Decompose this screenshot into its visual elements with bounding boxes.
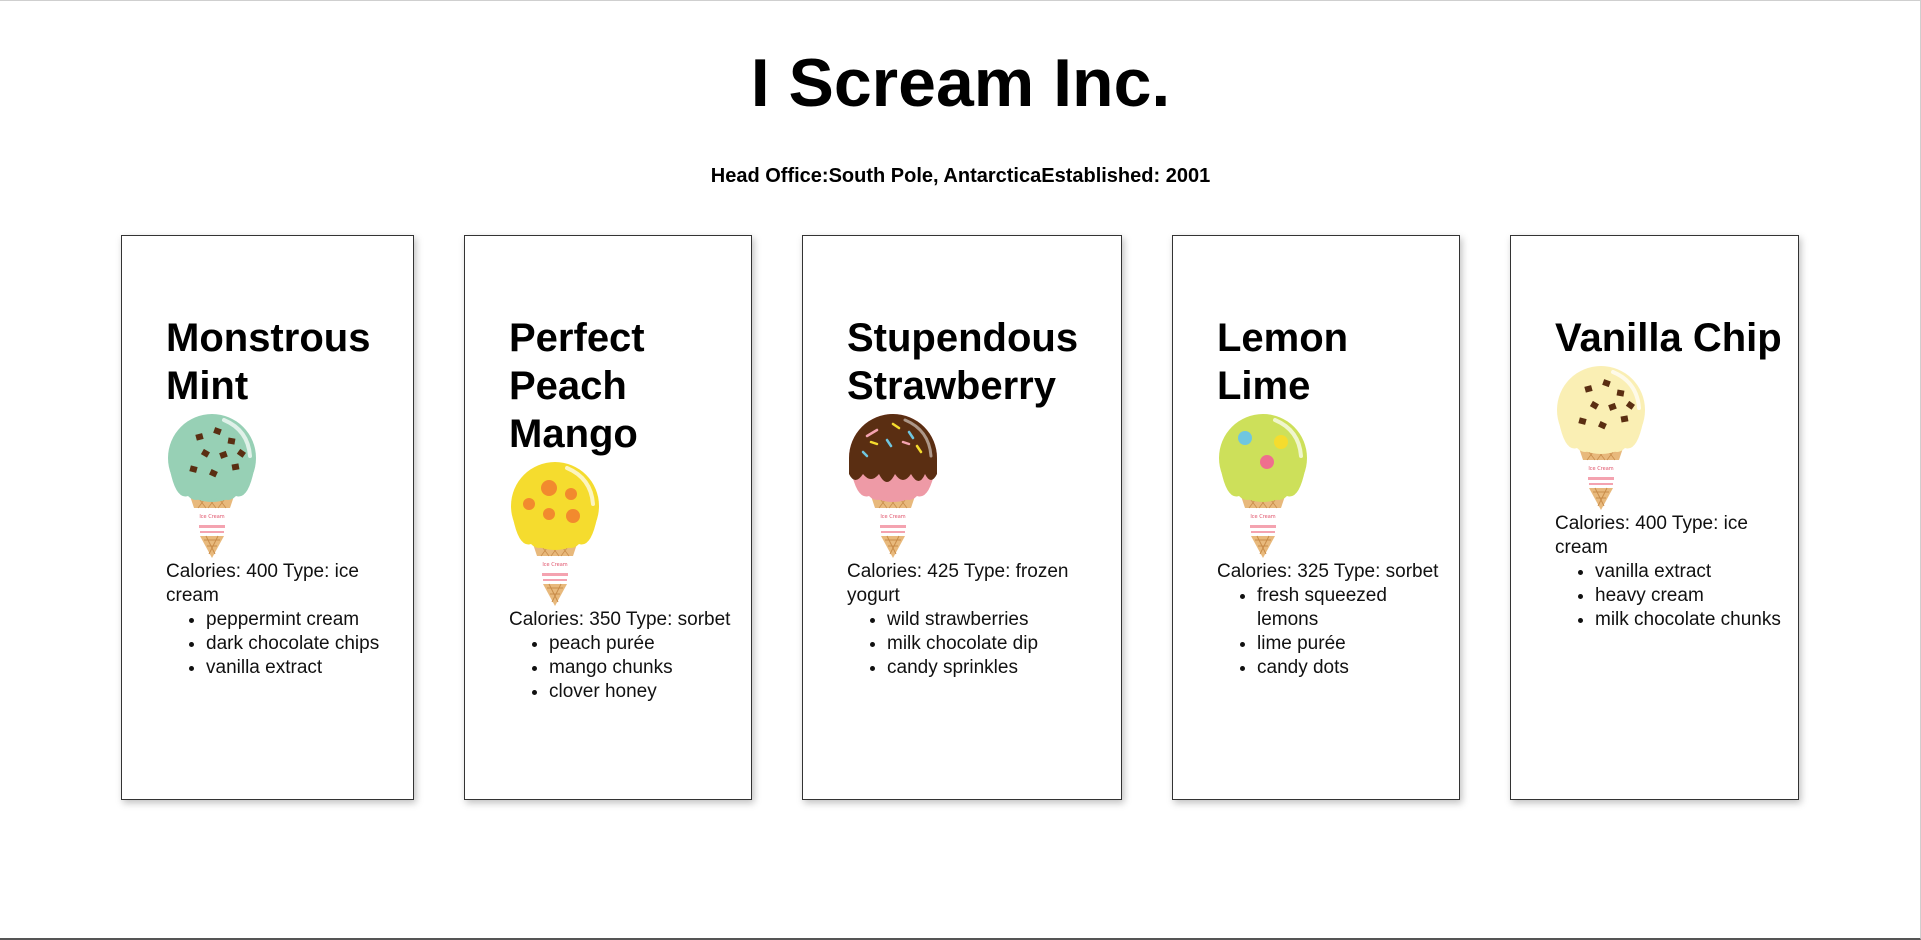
ingredient-item: fresh squeezed lemons	[1257, 584, 1447, 632]
calories-value: 425	[927, 561, 959, 582]
type-value: sorbet	[677, 609, 731, 630]
ingredients-list: peppermint cream dark chocolate chips va…	[166, 608, 401, 680]
ingredient-item: heavy cream	[1595, 584, 1786, 608]
calories-label: Calories:	[847, 561, 928, 582]
calories-label: Calories:	[166, 561, 247, 582]
head-office-value: South Pole, Antarctica	[828, 165, 1042, 187]
ice-cream-cone-icon: Ice Cream	[511, 462, 599, 606]
type-label: Type:	[1328, 561, 1386, 582]
ingredients-list: fresh squeezed lemons lime purée candy d…	[1217, 584, 1447, 680]
calories-value: 400	[246, 561, 278, 582]
ingredient-item: mango chunks	[549, 656, 739, 680]
type-label: Type:	[958, 561, 1016, 582]
cone-brand-text: Ice Cream	[1588, 466, 1613, 472]
ice-cream-cone-icon: Ice Cream	[849, 414, 937, 558]
type-label: Type:	[620, 609, 678, 630]
cone-brand-text: Ice Cream	[199, 514, 224, 520]
flavor-name: Monstrous Mint	[166, 316, 371, 408]
flavor-meta: Calories: 350 Type: sorbet	[509, 608, 739, 632]
page-title: I Scream Inc.	[750, 45, 1171, 121]
cone-brand-text: Ice Cream	[1250, 514, 1275, 520]
flavor-card-vanilla-chip: Vanilla Chip Ice Cream Calories: 400 Typ…	[1510, 235, 1799, 800]
calories-value: 350	[589, 609, 621, 630]
ice-cream-cone-icon: Ice Cream	[168, 414, 256, 558]
ingredient-item: candy sprinkles	[887, 656, 1109, 680]
flavor-name: Lemon Lime	[1217, 316, 1349, 408]
ingredient-item: lime purée	[1257, 632, 1447, 656]
flavor-meta: Calories: 425 Type: frozen yogurt	[847, 560, 1109, 608]
flavor-card-lemon-lime: Lemon Lime Ice Cream Calories: 325 Type:…	[1172, 235, 1460, 800]
ingredient-item: vanilla extract	[1595, 560, 1786, 584]
flavor-meta: Calories: 325 Type: sorbet	[1217, 560, 1447, 584]
ice-cream-cone-icon: Ice Cream	[1557, 366, 1645, 510]
type-label: Type:	[1666, 513, 1724, 534]
ingredient-item: milk chocolate dip	[887, 632, 1109, 656]
ingredient-item: vanilla extract	[206, 656, 401, 680]
ingredient-item: dark chocolate chips	[206, 632, 401, 656]
ingredient-item: candy dots	[1257, 656, 1447, 680]
cone-brand-text: Ice Cream	[542, 562, 567, 568]
ingredient-item: clover honey	[549, 680, 739, 704]
established-label: Established:	[1041, 165, 1166, 187]
company-info: Head Office:South Pole, AntarcticaEstabl…	[0, 163, 1921, 189]
flavor-card-monstrous-mint: Monstrous Mint Ice Cream Calories: 400 T…	[121, 235, 414, 800]
ingredient-item: peach purée	[549, 632, 739, 656]
flavor-name: Stupendous Strawberry	[847, 316, 1079, 408]
calories-label: Calories:	[1555, 513, 1636, 534]
type-label: Type:	[277, 561, 335, 582]
head-office-label: Head Office:	[710, 165, 829, 187]
flavor-name: Perfect Peach Mango	[509, 316, 645, 456]
calories-value: 400	[1635, 513, 1667, 534]
calories-label: Calories:	[1217, 561, 1298, 582]
type-value: sorbet	[1385, 561, 1439, 582]
flavor-card-perfect-peach-mango: Perfect Peach Mango Ice Cream Calories: …	[464, 235, 752, 800]
flavor-meta: Calories: 400 Type: ice cream	[166, 560, 401, 608]
calories-value: 325	[1297, 561, 1329, 582]
ingredients-list: wild strawberries milk chocolate dip can…	[847, 608, 1109, 680]
flavor-name: Vanilla Chip	[1555, 316, 1782, 360]
established-value: 2001	[1165, 165, 1211, 187]
calories-label: Calories:	[509, 609, 590, 630]
flavor-card-stupendous-strawberry: Stupendous Strawberry Ice Cream Calories…	[802, 235, 1122, 800]
ingredient-item: milk chocolate chunks	[1595, 608, 1786, 632]
ingredients-list: peach purée mango chunks clover honey	[509, 632, 739, 704]
ingredients-list: vanilla extract heavy cream milk chocola…	[1555, 560, 1786, 632]
ingredient-item: peppermint cream	[206, 608, 401, 632]
flavor-meta: Calories: 400 Type: ice cream	[1555, 512, 1786, 560]
cone-brand-text: Ice Cream	[880, 514, 905, 520]
ingredient-item: wild strawberries	[887, 608, 1109, 632]
ice-cream-cone-icon: Ice Cream	[1219, 414, 1307, 558]
